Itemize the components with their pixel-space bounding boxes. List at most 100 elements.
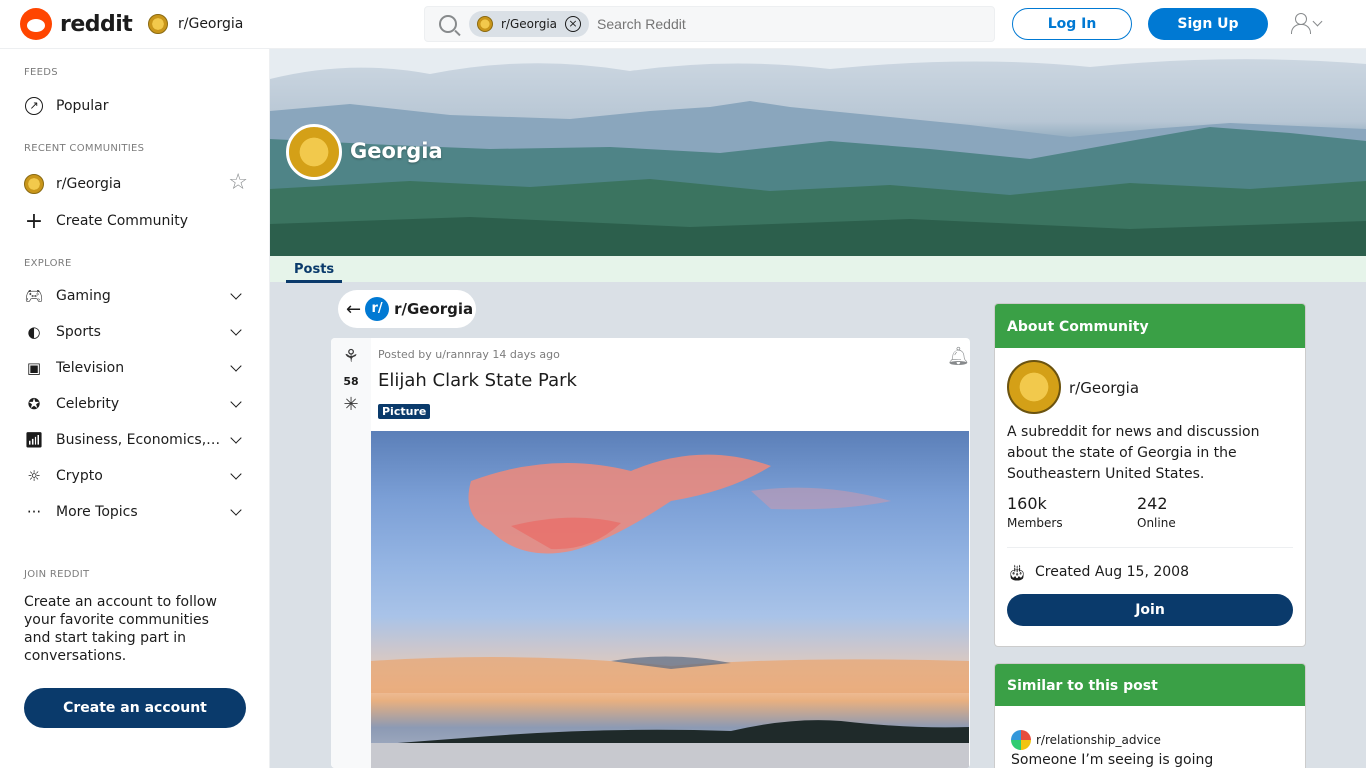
chevron-down-icon <box>1312 16 1323 26</box>
search-scope-label: r/Georgia <box>501 17 558 31</box>
sidebar-item-television[interactable]: ▣ Television <box>24 356 248 380</box>
top-header: reddit r/Georgia r/Georgia × Log In Sign… <box>0 0 1366 49</box>
community-avatar <box>286 124 342 180</box>
chevron-down-icon <box>230 396 242 408</box>
sunset-lake-image <box>371 454 969 768</box>
more-icon: ··· <box>26 503 42 521</box>
sidebar-item-label: Popular <box>56 98 109 114</box>
online-label: Online <box>1137 516 1176 530</box>
recent-communities-title: RECENT COMMUNITIES <box>24 143 145 154</box>
sidebar-item-label: Gaming <box>56 288 111 304</box>
join-reddit-text: Create an account to follow your favorit… <box>24 594 217 664</box>
georgia-seal-icon <box>24 174 44 194</box>
similar-post-subreddit[interactable]: r/relationship_advice <box>1011 730 1161 750</box>
post-title[interactable]: Elijah Clark State Park <box>378 370 577 391</box>
reddit-wordmark: reddit <box>60 11 133 37</box>
sidebar-item-popular[interactable]: ↗ Popular <box>24 94 248 118</box>
members-label: Members <box>1007 516 1063 530</box>
sports-icon: ◐ <box>27 323 41 341</box>
user-icon <box>1290 12 1311 34</box>
similar-posts-header: Similar to this post <box>995 664 1305 706</box>
community-description: A subreddit for news and discussion abou… <box>1007 424 1260 482</box>
downvote-icon[interactable]: ✳ <box>339 394 363 418</box>
celebrity-icon: ✪ <box>27 395 41 413</box>
search-bar[interactable]: r/Georgia × <box>424 6 995 42</box>
post-card: ⚘ 58 ✳ Posted by u/rannray 14 days ago 🔔… <box>331 338 970 768</box>
about-community-card: About Community r/Georgia A subreddit fo… <box>994 303 1306 647</box>
sidebar-item-gaming[interactable]: 🎮︎ Gaming <box>24 284 248 308</box>
sidebar-item-label: Television <box>56 360 125 376</box>
bell-icon[interactable]: 🔔︎ <box>947 346 970 367</box>
georgia-seal-icon <box>477 16 493 32</box>
community-name[interactable]: r/Georgia <box>1069 379 1139 397</box>
sidebar-item-label: Create Community <box>56 213 188 229</box>
tab-posts[interactable]: Posts <box>286 262 343 283</box>
similar-post-title[interactable]: Someone I’m seeing is going <box>1011 752 1213 768</box>
post-image[interactable] <box>371 431 969 768</box>
vote-count: 58 <box>343 375 359 388</box>
join-reddit-title: JOIN REDDIT <box>24 569 90 580</box>
sidebar-item-business[interactable]: 📶︎ Business, Economics, and Finance <box>24 428 248 452</box>
community-banner: Georgia <box>270 49 1366 256</box>
signup-button[interactable]: Sign Up <box>1148 8 1268 40</box>
post-meta: Posted by u/rannray 14 days ago <box>378 348 560 361</box>
sidebar-item-georgia[interactable]: r/Georgia ☆ <box>24 172 248 196</box>
online-count: 242 <box>1137 494 1168 513</box>
chevron-down-icon <box>230 324 242 336</box>
current-subreddit[interactable]: r/Georgia <box>148 14 243 34</box>
sidebar-item-label: Crypto <box>56 468 103 484</box>
vote-column: ⚘ 58 ✳ <box>331 338 371 768</box>
crypto-icon: ☼ <box>27 467 41 485</box>
create-account-button[interactable]: Create an account <box>24 688 246 728</box>
plus-icon: + <box>24 208 44 234</box>
user-menu[interactable] <box>1290 12 1323 34</box>
community-tabs: Posts <box>270 256 1366 283</box>
back-label: r/Georgia <box>394 300 474 318</box>
back-to-subreddit[interactable]: ← r/ r/Georgia <box>338 290 476 328</box>
cake-icon: 🎂︎ <box>1007 563 1028 582</box>
current-subreddit-label: r/Georgia <box>178 16 244 32</box>
sidebar-item-create-community[interactable]: + Create Community <box>24 208 248 234</box>
upvote-icon[interactable]: ⚘ <box>339 346 363 370</box>
gamepad-icon: 🎮︎ <box>24 287 44 305</box>
sidebar-item-crypto[interactable]: ☼ Crypto <box>24 464 248 488</box>
search-icon <box>439 15 457 33</box>
clear-scope-icon[interactable]: × <box>565 16 582 32</box>
chevron-down-icon <box>230 360 242 372</box>
feeds-title: FEEDS <box>24 67 58 78</box>
star-icon[interactable]: ☆ <box>228 172 248 194</box>
sidebar-item-sports[interactable]: ◐ Sports <box>24 320 248 344</box>
created-date: Created Aug 15, 2008 <box>1035 564 1189 580</box>
search-scope-chip: r/Georgia × <box>469 11 590 37</box>
chevron-down-icon <box>230 432 242 444</box>
back-arrow-icon[interactable]: ← <box>346 299 361 320</box>
sidebar-item-celebrity[interactable]: ✪ Celebrity <box>24 392 248 416</box>
members-count: 160k <box>1007 494 1047 513</box>
trending-arrow-icon: ↗ <box>25 97 43 115</box>
similar-posts-card: Similar to this post r/relationship_advi… <box>994 663 1306 768</box>
login-button[interactable]: Log In <box>1012 8 1132 40</box>
chevron-down-icon <box>230 504 242 516</box>
community-title: Georgia <box>350 139 443 163</box>
sidebar-item-label: Business, Economics, and Finance <box>56 432 221 448</box>
business-icon: 📶︎ <box>24 431 44 449</box>
similar-post-subreddit-name: r/relationship_advice <box>1036 733 1161 747</box>
divider <box>1007 547 1293 548</box>
chevron-down-icon <box>230 468 242 480</box>
chevron-down-icon <box>230 288 242 300</box>
georgia-seal-icon <box>148 14 168 34</box>
reddit-logo[interactable]: reddit <box>20 8 133 40</box>
post-flair[interactable]: Picture <box>378 404 431 419</box>
reddit-alien-icon <box>20 8 52 40</box>
left-sidebar: FEEDS ↗ Popular RECENT COMMUNITIES r/Geo… <box>0 49 270 768</box>
sidebar-item-more-topics[interactable]: ··· More Topics <box>24 500 248 524</box>
search-input[interactable] <box>597 16 978 32</box>
community-avatar <box>1007 360 1061 414</box>
subreddit-r-icon: r/ <box>365 297 390 321</box>
television-icon: ▣ <box>26 359 42 377</box>
sidebar-item-label: Celebrity <box>56 396 120 412</box>
join-button[interactable]: Join <box>1007 594 1293 626</box>
sidebar-item-label: Sports <box>56 324 101 340</box>
about-community-header: About Community <box>995 304 1305 348</box>
subreddit-icon <box>1011 730 1031 750</box>
